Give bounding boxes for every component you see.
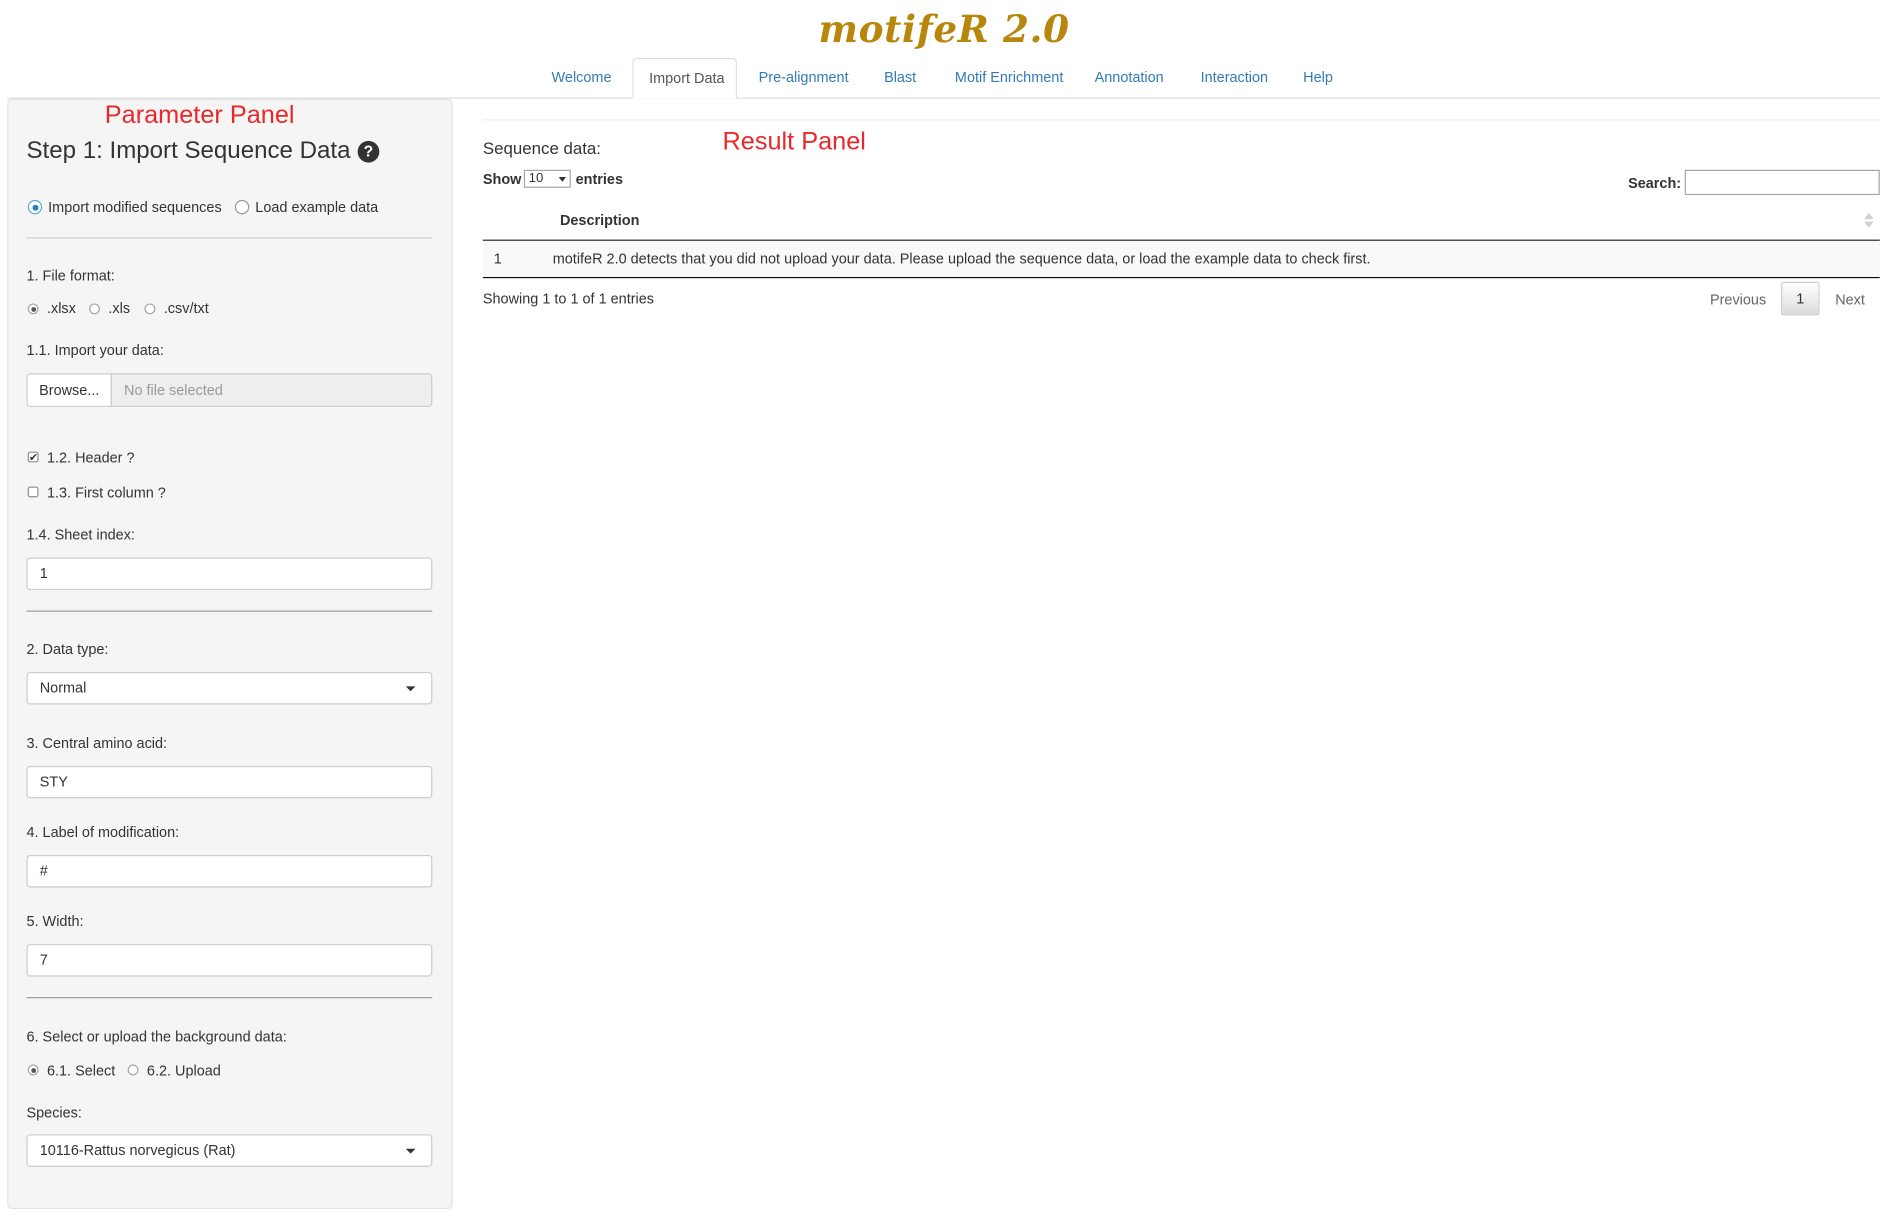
browse-button[interactable]: Browse... — [26, 373, 112, 408]
parameter-panel-annotation: Parameter Panel — [104, 101, 295, 129]
file-format-label: 1. File format: — [26, 267, 115, 285]
tab-annotation[interactable]: Annotation — [1079, 58, 1179, 98]
background-radio-select[interactable] — [27, 1064, 39, 1076]
table-bottom-border — [482, 276, 1880, 279]
step-title: Step 1: Import Sequence Data — [26, 137, 351, 164]
app-title: motifeR 2.0 — [818, 8, 1070, 52]
entries-length-select[interactable]: 10 — [523, 169, 571, 188]
tab-welcome[interactable]: Welcome — [536, 58, 626, 98]
background-label-select: 6.1. Select — [46, 1062, 116, 1079]
search-label: Search: — [1628, 174, 1682, 192]
result-divider — [482, 119, 1880, 121]
first-column-checkbox[interactable] — [27, 486, 39, 498]
sequence-data-title: Sequence data: — [482, 138, 602, 158]
format-radio-csv[interactable] — [144, 303, 156, 315]
sheet-index-input[interactable]: 1 — [26, 557, 433, 591]
background-data-label: 6. Select or upload the background data: — [26, 1028, 287, 1046]
header-checkbox[interactable]: ✔ — [27, 451, 39, 463]
show-label: Show — [482, 170, 522, 188]
question-circle-icon[interactable]: ? — [357, 140, 380, 163]
entries-label: entries — [575, 170, 624, 188]
central-amino-acid-input[interactable]: STY — [26, 765, 433, 799]
format-label-xls: .xls — [108, 299, 131, 317]
table-cell-index: 1 — [493, 250, 502, 268]
sort-icon[interactable] — [1864, 213, 1874, 228]
divider — [26, 237, 433, 239]
table-info: Showing 1 to 1 of 1 entries — [482, 290, 654, 308]
chevron-down-icon — [405, 686, 416, 692]
tab-interaction[interactable]: Interaction — [1185, 58, 1281, 98]
data-type-label: 2. Data type: — [26, 640, 109, 658]
chevron-down-icon — [558, 177, 566, 182]
pagination-page-1[interactable]: 1 — [1781, 281, 1820, 316]
first-column-checkbox-label: 1.3. First column ? — [46, 484, 166, 501]
pagination-next[interactable]: Next — [1835, 291, 1865, 308]
divider — [26, 997, 433, 999]
tab-help[interactable]: Help — [1287, 58, 1348, 98]
divider — [26, 610, 433, 612]
background-label-upload: 6.2. Upload — [146, 1062, 221, 1079]
header-checkbox-label: 1.2. Header ? — [46, 449, 135, 467]
species-label: Species: — [26, 1104, 82, 1122]
sheet-index-label: 1.4. Sheet index: — [26, 526, 135, 544]
format-label-xlsx: .xlsx — [46, 299, 76, 317]
result-panel-annotation: Result Panel — [722, 127, 866, 156]
format-radio-xls[interactable] — [89, 303, 100, 315]
tab-blast[interactable]: Blast — [867, 58, 933, 98]
format-label-csv: .csv/txt — [163, 299, 209, 317]
search-input[interactable] — [1684, 169, 1880, 196]
column-header-description[interactable]: Description — [560, 212, 639, 229]
species-select[interactable]: 10116-Rattus norvegicus (Rat) — [26, 1134, 433, 1167]
tab-motif-enrichment[interactable]: Motif Enrichment — [939, 58, 1073, 98]
tab-pre-alignment[interactable]: Pre-alignment — [743, 58, 861, 98]
modification-label-label: 4. Label of modification: — [26, 823, 180, 841]
import-data-label: 1.1. Import your data: — [26, 341, 164, 359]
chevron-down-icon — [405, 1148, 416, 1154]
file-name-field[interactable]: No file selected — [110, 373, 433, 408]
width-input[interactable]: 7 — [26, 944, 433, 977]
species-value: 10116-Rattus norvegicus (Rat) — [39, 1141, 236, 1159]
format-radio-xlsx[interactable] — [27, 303, 39, 315]
mode-label-example: Load example data — [255, 198, 379, 216]
table-cell-description: motifeR 2.0 detects that you did not upl… — [552, 250, 1371, 268]
tab-import-data[interactable]: Import Data — [632, 57, 737, 99]
mode-radio-example[interactable] — [234, 199, 250, 215]
width-label: 5. Width: — [26, 912, 84, 930]
central-amino-acid-label: 3. Central amino acid: — [26, 734, 168, 752]
pagination-previous[interactable]: Previous — [1710, 291, 1766, 308]
mode-radio-import[interactable] — [27, 199, 43, 215]
mode-label-import: Import modified sequences — [48, 198, 222, 216]
background-radio-upload[interactable] — [127, 1064, 139, 1076]
data-type-value: Normal — [39, 679, 87, 697]
data-type-select[interactable]: Normal — [26, 671, 433, 705]
entries-length-value: 10 — [528, 170, 544, 186]
modification-label-input[interactable]: # — [26, 854, 433, 888]
